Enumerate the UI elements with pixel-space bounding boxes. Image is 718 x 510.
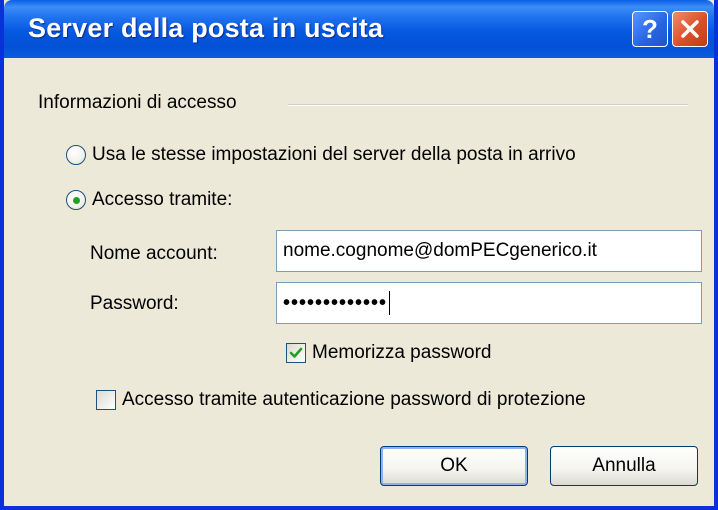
radio-login-using-label: Accesso tramite: (92, 189, 233, 210)
close-button[interactable] (672, 11, 708, 47)
account-name-value: nome.cognome@domPECgenerico.it (283, 240, 597, 261)
radio-button-selected[interactable] (66, 190, 86, 210)
window-title: Server della posta in uscita (28, 13, 384, 43)
cancel-button[interactable]: Annulla (550, 446, 698, 486)
remember-password-checkbox[interactable]: Memorizza password (286, 342, 492, 364)
radio-same-settings-label: Usa le stesse impostazioni del server de… (92, 144, 576, 165)
password-field[interactable]: ••••••••••••• (276, 282, 702, 324)
radio-same-settings[interactable]: Usa le stesse impostazioni del server de… (66, 144, 576, 166)
svg-text:?: ? (642, 16, 658, 42)
help-icon: ? (642, 16, 658, 42)
ok-button[interactable]: OK (380, 446, 528, 486)
password-label: Password: (90, 293, 179, 314)
checkmark-icon (289, 347, 303, 358)
group-label: Informazioni di accesso (38, 92, 237, 113)
close-icon (681, 20, 699, 38)
radio-login-using[interactable]: Accesso tramite: (66, 189, 232, 211)
title-bar[interactable]: Server della posta in uscita ? (4, 0, 714, 58)
group-divider (288, 104, 688, 106)
remember-password-label: Memorizza password (312, 342, 492, 363)
text-caret (389, 291, 391, 315)
help-button[interactable]: ? (632, 11, 668, 47)
radio-button[interactable] (66, 145, 86, 165)
checkbox-checked[interactable] (286, 343, 306, 363)
checkbox-unchecked[interactable] (96, 390, 116, 410)
account-name-label: Nome account: (90, 243, 218, 264)
spa-label: Accesso tramite autenticazione password … (122, 389, 586, 410)
account-name-field[interactable]: nome.cognome@domPECgenerico.it (276, 230, 702, 272)
dialog-window: Server della posta in uscita ? Informazi… (0, 0, 718, 510)
spa-checkbox[interactable]: Accesso tramite autenticazione password … (96, 389, 586, 411)
password-value: ••••••••••••• (283, 291, 388, 314)
